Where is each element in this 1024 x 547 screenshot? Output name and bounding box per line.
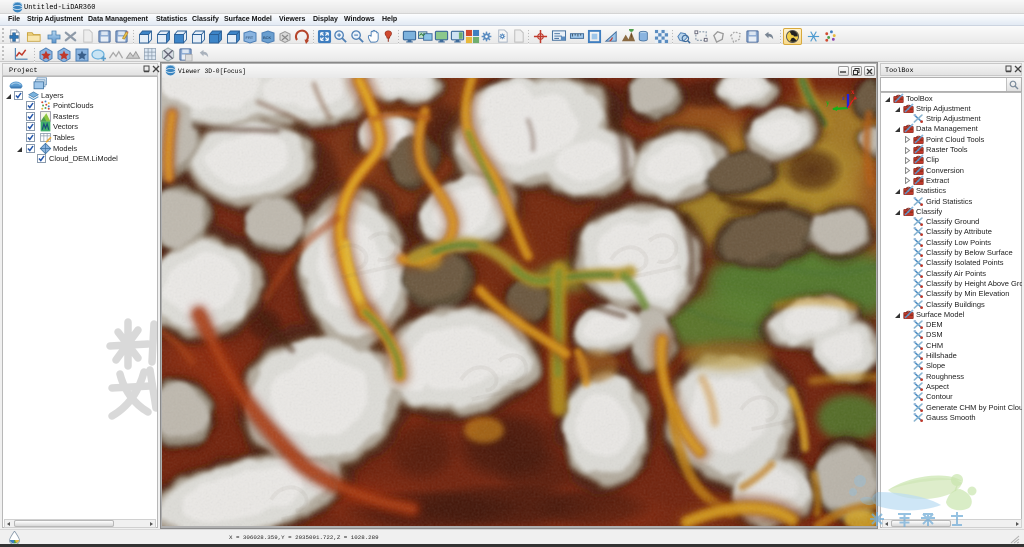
svg-text:x: x <box>851 88 855 96</box>
svg-text:BCK: BCK <box>263 35 272 40</box>
svg-text:z: z <box>842 96 845 102</box>
svg-text:y: y <box>826 99 830 107</box>
svg-text:FRT: FRT <box>246 35 254 40</box>
